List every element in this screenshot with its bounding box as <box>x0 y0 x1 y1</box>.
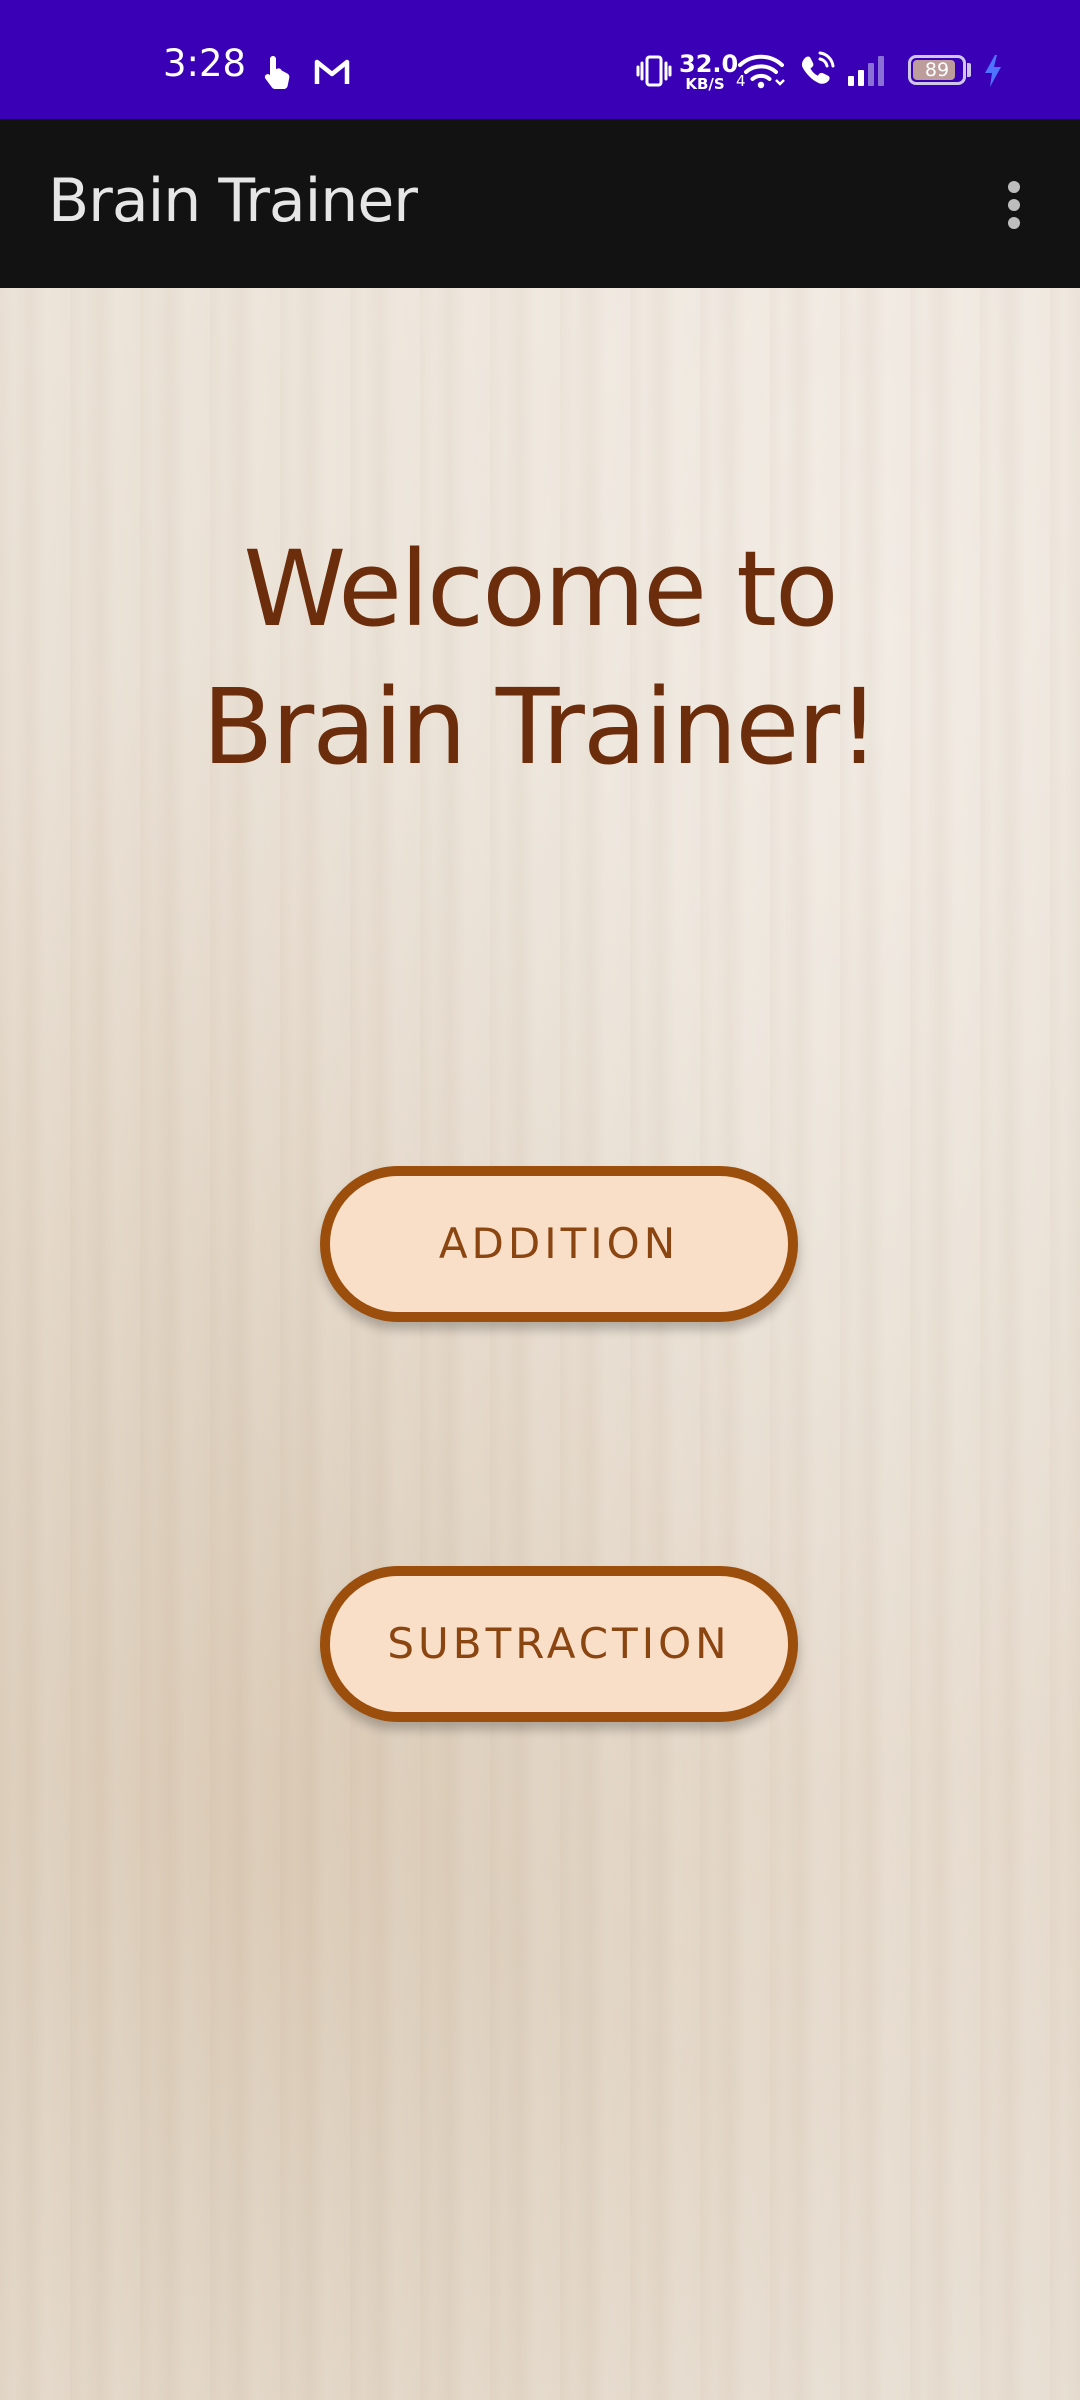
network-speed-value: 32.0 <box>679 50 739 78</box>
app-title: Brain Trainer <box>48 166 418 236</box>
more-vert-icon-dot <box>1008 217 1020 229</box>
wifi-label: 4 <box>736 72 746 90</box>
more-vert-icon-dot <box>1008 199 1020 211</box>
addition-button[interactable]: ADDITION <box>320 1166 798 1322</box>
welcome-heading: Welcome to Brain Trainer! <box>0 520 1080 796</box>
vibrate-icon <box>636 55 672 87</box>
wifi-calling-icon <box>801 51 835 84</box>
battery-icon: 89 <box>908 55 966 85</box>
charging-icon <box>985 55 1001 87</box>
network-speed-unit: KB/S <box>685 75 725 93</box>
main-content: Welcome to Brain Trainer! ADDITION SUBTR… <box>0 288 1080 2400</box>
network-speed: 32.0 KB/S <box>679 50 739 93</box>
status-time: 3:28 <box>163 42 247 85</box>
status-bar: 3:28 32.0 KB/S 4 89 <box>0 0 1080 119</box>
welcome-line-1: Welcome to <box>243 528 838 650</box>
app-bar: Brain Trainer <box>0 119 1080 288</box>
gmail-icon <box>314 59 350 84</box>
more-vert-icon <box>1008 181 1020 193</box>
battery-level: 89 <box>924 59 950 81</box>
touch-gesture-icon <box>264 56 290 89</box>
more-options-button[interactable] <box>990 169 1038 241</box>
welcome-line-2: Brain Trainer! <box>202 666 880 788</box>
subtraction-button[interactable]: SUBTRACTION <box>320 1566 798 1722</box>
battery-tip <box>967 63 971 77</box>
signal-icon <box>848 56 884 86</box>
